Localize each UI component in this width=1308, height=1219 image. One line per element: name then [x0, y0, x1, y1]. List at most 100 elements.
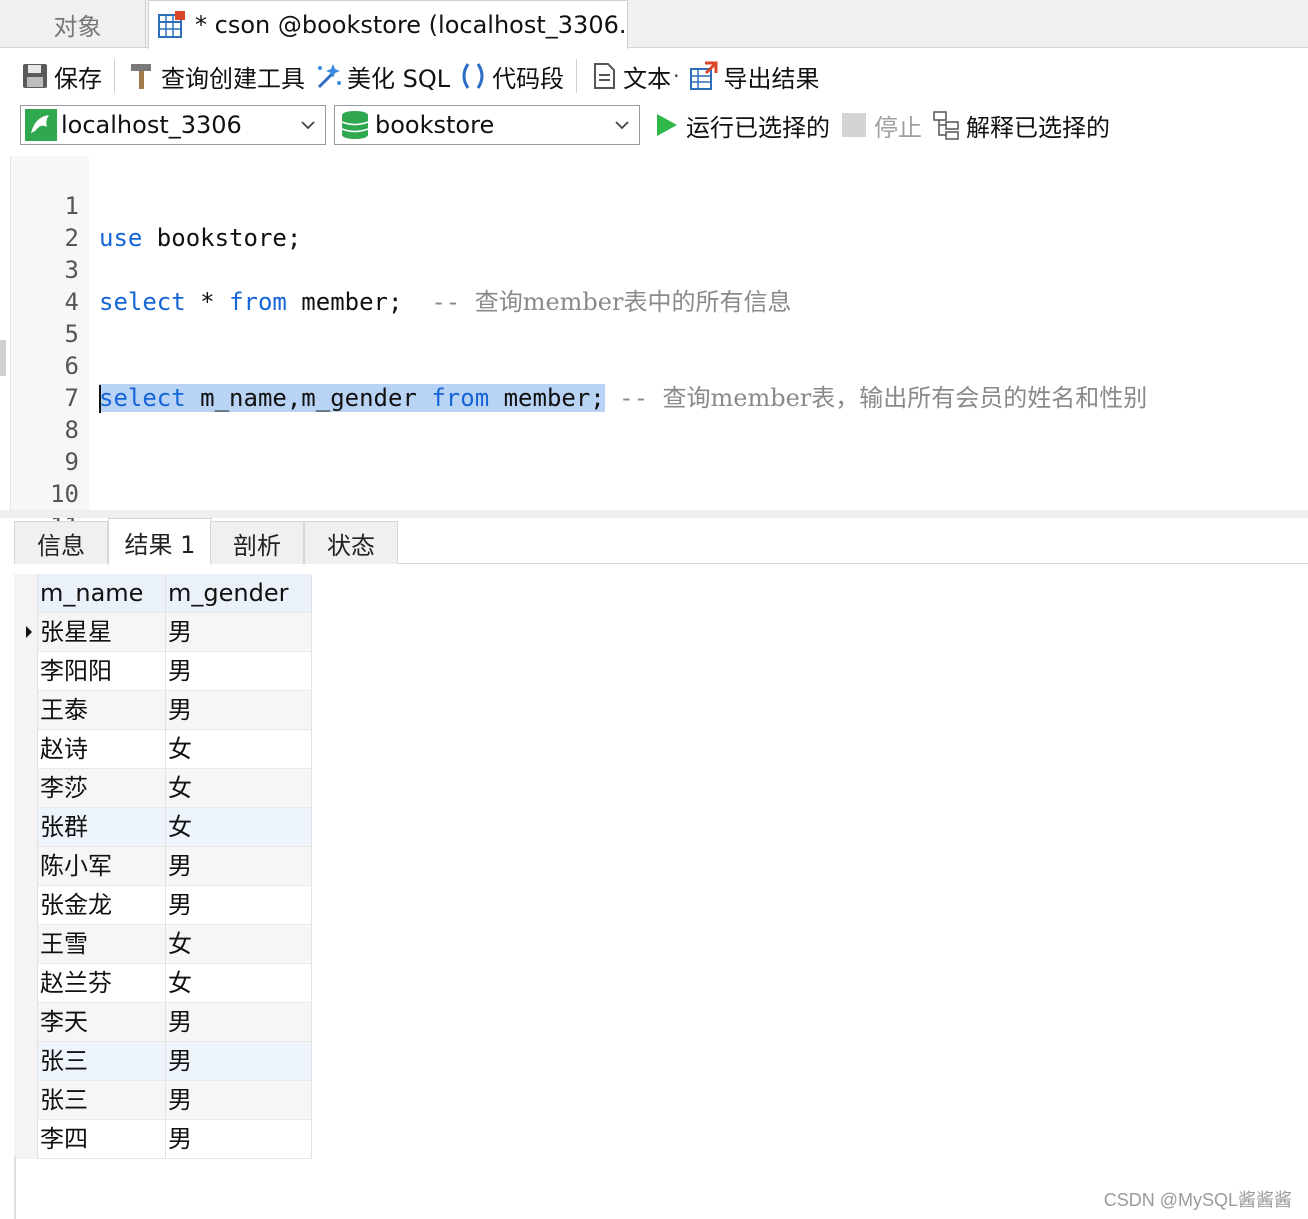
row-marker[interactable]: [14, 1003, 38, 1042]
editor-line-9: 9: [11, 414, 1308, 476]
cell-m-name[interactable]: 张金龙: [38, 886, 166, 925]
pane-splitter[interactable]: [0, 510, 1308, 518]
tab-profile-label: 剖析: [233, 531, 281, 560]
table-row[interactable]: 张星星男: [14, 613, 312, 652]
row-marker[interactable]: [14, 847, 38, 886]
result-tabs: 信息 结果 1 剖析 状态: [14, 518, 1308, 565]
table-row[interactable]: 李阳阳男: [14, 652, 312, 691]
play-icon: [657, 114, 677, 136]
beautify-sql-button[interactable]: 美化 SQL: [309, 56, 454, 96]
tab-query-editor[interactable]: * cson @bookstore (localhost_3306...: [148, 0, 628, 49]
table-row[interactable]: 张三男: [14, 1081, 312, 1120]
row-marker[interactable]: [14, 964, 38, 1003]
code-snippet-button[interactable]: 代码段: [454, 56, 568, 96]
splitter-handle[interactable]: [0, 340, 6, 376]
tab-status[interactable]: 状态: [304, 521, 398, 564]
cell-m-name[interactable]: 王泰: [38, 691, 166, 730]
cell-m-name[interactable]: 李四: [38, 1120, 166, 1159]
server-select[interactable]: localhost_3306: [20, 105, 326, 145]
database-value: bookstore: [375, 111, 495, 139]
cell-m-gender[interactable]: 男: [166, 613, 312, 652]
cell-m-name[interactable]: 张群: [38, 808, 166, 847]
cell-m-name[interactable]: 张三: [38, 1081, 166, 1120]
row-marker[interactable]: [14, 886, 38, 925]
cell-m-gender[interactable]: 男: [166, 847, 312, 886]
server-value: localhost_3306: [61, 111, 242, 139]
sql-editor[interactable]: 1 use bookstore; 2 3 select * from membe…: [10, 156, 1308, 540]
cell-m-gender[interactable]: 女: [166, 964, 312, 1003]
cell-m-gender[interactable]: 女: [166, 769, 312, 808]
row-marker[interactable]: [14, 769, 38, 808]
cell-m-gender[interactable]: 男: [166, 1003, 312, 1042]
current-row-pointer-icon: [26, 626, 32, 638]
stop-button[interactable]: 停止: [842, 108, 922, 143]
explain-tree-icon: [933, 111, 959, 140]
table-row[interactable]: 李莎女: [14, 769, 312, 808]
editor-line-3: 3 select * from member; -- 查询member表中的所有…: [11, 222, 1308, 316]
cell-m-gender[interactable]: 女: [166, 808, 312, 847]
table-row[interactable]: 陈小军男: [14, 847, 312, 886]
explain-selected-label: 解释已选择的: [966, 113, 1110, 142]
tab-objects[interactable]: 对象: [10, 0, 146, 48]
cell-m-gender[interactable]: 男: [166, 1081, 312, 1120]
cell-m-gender[interactable]: 女: [166, 730, 312, 769]
row-marker[interactable]: [14, 652, 38, 691]
cell-m-name[interactable]: 陈小军: [38, 847, 166, 886]
editor-line-2: 2: [11, 190, 1308, 252]
explain-selected-button[interactable]: 解释已选择的: [932, 108, 1110, 143]
cell-m-gender[interactable]: 男: [166, 691, 312, 730]
cell-m-gender[interactable]: 男: [166, 652, 312, 691]
table-row[interactable]: 张三男: [14, 1042, 312, 1081]
save-button[interactable]: 保存: [16, 56, 106, 96]
tab-info[interactable]: 信息: [14, 521, 108, 564]
table-row[interactable]: 张金龙男: [14, 886, 312, 925]
row-marker[interactable]: [14, 1042, 38, 1081]
cell-m-name[interactable]: 李莎: [38, 769, 166, 808]
row-marker[interactable]: [14, 730, 38, 769]
database-select[interactable]: bookstore: [334, 105, 640, 145]
table-row[interactable]: 赵兰芬女: [14, 964, 312, 1003]
export-results-button[interactable]: 导出结果: [685, 56, 823, 96]
cell-m-name[interactable]: 张三: [38, 1042, 166, 1081]
tab-result-1-label: 结果 1: [124, 530, 196, 559]
row-marker[interactable]: [14, 1081, 38, 1120]
table-row[interactable]: 张群女: [14, 808, 312, 847]
query-builder-label: 查询创建工具: [161, 64, 305, 93]
cell-m-name[interactable]: 王雪: [38, 925, 166, 964]
cell-m-gender[interactable]: 男: [166, 886, 312, 925]
table-row[interactable]: 王泰男: [14, 691, 312, 730]
run-selected-button[interactable]: 运行已选择的: [654, 108, 830, 143]
column-header-m-name[interactable]: m_name: [38, 574, 166, 613]
grid-header-row: m_name m_gender: [14, 574, 312, 613]
table-row[interactable]: 赵诗女: [14, 730, 312, 769]
editor-line-1: 1 use bookstore;: [11, 158, 1308, 252]
cell-m-name[interactable]: 赵诗: [38, 730, 166, 769]
tab-query-label: * cson @bookstore (localhost_3306...: [195, 11, 628, 39]
row-marker[interactable]: [14, 613, 38, 652]
text-mode-button[interactable]: 文本 ·: [585, 56, 685, 96]
code-snippet-label: 代码段: [492, 64, 565, 93]
row-marker[interactable]: [14, 691, 38, 730]
cell-m-name[interactable]: 张星星: [38, 613, 166, 652]
row-marker[interactable]: [14, 1120, 38, 1159]
tab-result-1[interactable]: 结果 1: [108, 518, 212, 565]
cell-m-name[interactable]: 李天: [38, 1003, 166, 1042]
table-row[interactable]: 李四男: [14, 1120, 312, 1159]
editor-line-11: 11: [11, 478, 1308, 540]
tab-profile[interactable]: 剖析: [210, 521, 304, 564]
column-header-m-gender[interactable]: m_gender: [166, 574, 312, 613]
table-row[interactable]: 王雪女: [14, 925, 312, 964]
query-builder-button[interactable]: 查询创建工具: [123, 56, 309, 96]
row-marker[interactable]: [14, 808, 38, 847]
cell-m-name[interactable]: 李阳阳: [38, 652, 166, 691]
table-row[interactable]: 李天男: [14, 1003, 312, 1042]
cell-m-gender[interactable]: 女: [166, 925, 312, 964]
cell-m-gender[interactable]: 男: [166, 1120, 312, 1159]
editor-line-8: 8: [11, 382, 1308, 444]
cell-m-name[interactable]: 赵兰芬: [38, 964, 166, 1003]
cell-m-gender[interactable]: 男: [166, 1042, 312, 1081]
tab-objects-label: 对象: [53, 12, 102, 41]
tab-strip: 对象 * cson @bookstore (localhost_3306...: [0, 0, 1308, 49]
watermark: CSDN @MySQL酱酱酱: [1103, 1190, 1292, 1210]
row-marker[interactable]: [14, 925, 38, 964]
